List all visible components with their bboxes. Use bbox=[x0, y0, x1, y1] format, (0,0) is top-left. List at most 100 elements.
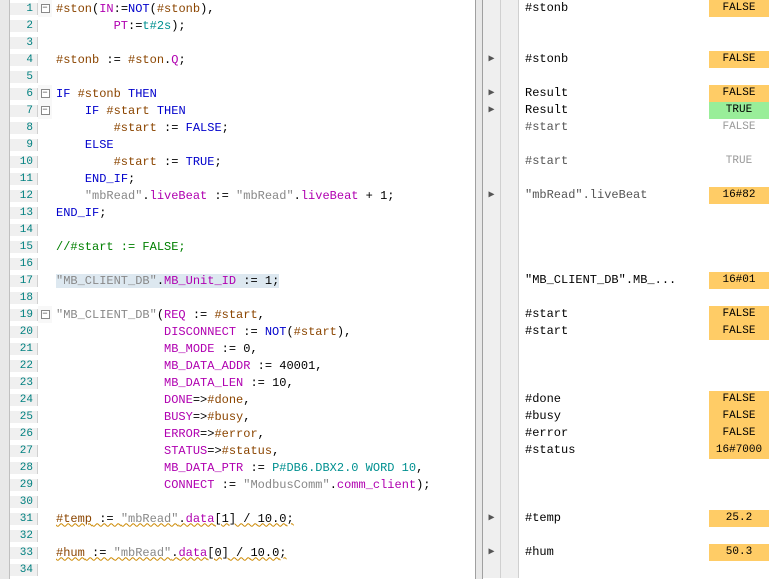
code-text[interactable]: PT:=t#2s); bbox=[52, 19, 475, 33]
watch-row[interactable] bbox=[483, 340, 775, 357]
code-text[interactable]: END_IF; bbox=[52, 206, 475, 220]
code-text[interactable]: "mbRead".liveBeat := "mbRead".liveBeat +… bbox=[52, 189, 475, 203]
watch-row[interactable]: "MB_CLIENT_DB".MB_...16#01 bbox=[483, 272, 775, 289]
code-line[interactable]: 30 bbox=[10, 493, 475, 510]
watch-row[interactable]: #busyFALSE bbox=[483, 408, 775, 425]
code-line[interactable]: 8 #start := FALSE; bbox=[10, 119, 475, 136]
watch-row[interactable]: ▶ResultTRUE bbox=[483, 102, 775, 119]
code-line[interactable]: 3 bbox=[10, 34, 475, 51]
code-line[interactable]: 31#temp := "mbRead".data[1] / 10.0; bbox=[10, 510, 475, 527]
code-line[interactable]: 25 BUSY=>#busy, bbox=[10, 408, 475, 425]
watch-row[interactable]: #doneFALSE bbox=[483, 391, 775, 408]
code-line[interactable]: 9 ELSE bbox=[10, 136, 475, 153]
watch-row[interactable] bbox=[483, 221, 775, 238]
code-line[interactable]: 29 CONNECT := "ModbusComm".comm_client); bbox=[10, 476, 475, 493]
code-line[interactable]: 4#stonb := #ston.Q; bbox=[10, 51, 475, 68]
code-line[interactable]: 24 DONE=>#done, bbox=[10, 391, 475, 408]
watch-row[interactable] bbox=[483, 459, 775, 476]
watch-row[interactable]: ▶#hum50.3 bbox=[483, 544, 775, 561]
fold-minus-icon[interactable]: − bbox=[41, 89, 50, 98]
code-text[interactable]: MB_DATA_PTR := P#DB6.DBX2.0 WORD 10, bbox=[52, 461, 475, 475]
code-line[interactable]: 32 bbox=[10, 527, 475, 544]
watch-row[interactable]: #startFALSE bbox=[483, 119, 775, 136]
expand-arrow-icon[interactable]: ▶ bbox=[483, 51, 501, 68]
code-text[interactable]: ERROR=>#error, bbox=[52, 427, 475, 441]
code-line[interactable]: 6−IF #stonb THEN bbox=[10, 85, 475, 102]
code-text[interactable]: #start := FALSE; bbox=[52, 121, 475, 135]
code-line[interactable]: 12 "mbRead".liveBeat := "mbRead".liveBea… bbox=[10, 187, 475, 204]
watch-row[interactable] bbox=[483, 68, 775, 85]
fold-minus-icon[interactable]: − bbox=[41, 4, 50, 13]
code-text[interactable]: MB_DATA_ADDR := 40001, bbox=[52, 359, 475, 373]
code-text[interactable]: MB_DATA_LEN := 10, bbox=[52, 376, 475, 390]
fold-gutter[interactable]: − bbox=[38, 102, 52, 119]
code-line[interactable]: 22 MB_DATA_ADDR := 40001, bbox=[10, 357, 475, 374]
code-text[interactable]: #temp := "mbRead".data[1] / 10.0; bbox=[52, 512, 475, 526]
watch-row[interactable] bbox=[483, 170, 775, 187]
watch-row[interactable]: ▶#stonbFALSE bbox=[483, 51, 775, 68]
code-text[interactable]: IF #start THEN bbox=[52, 104, 475, 118]
code-line[interactable]: 1−#ston(IN:=NOT(#stonb), bbox=[10, 0, 475, 17]
watch-row[interactable] bbox=[483, 238, 775, 255]
watch-row[interactable] bbox=[483, 34, 775, 51]
pane-divider[interactable] bbox=[475, 0, 483, 579]
watch-row[interactable] bbox=[483, 476, 775, 493]
watch-row[interactable]: #status16#7000 bbox=[483, 442, 775, 459]
code-text[interactable]: DONE=>#done, bbox=[52, 393, 475, 407]
expand-arrow-icon[interactable]: ▶ bbox=[483, 544, 501, 561]
watch-row[interactable] bbox=[483, 17, 775, 34]
code-line[interactable]: 23 MB_DATA_LEN := 10, bbox=[10, 374, 475, 391]
watch-row[interactable] bbox=[483, 357, 775, 374]
code-line[interactable]: 17"MB_CLIENT_DB".MB_Unit_ID := 1; bbox=[10, 272, 475, 289]
watch-row[interactable] bbox=[483, 204, 775, 221]
code-line[interactable]: 7− IF #start THEN bbox=[10, 102, 475, 119]
fold-gutter[interactable]: − bbox=[38, 0, 52, 17]
expand-arrow-icon[interactable]: ▶ bbox=[483, 102, 501, 119]
code-text[interactable]: ELSE bbox=[52, 138, 475, 152]
code-text[interactable]: #stonb := #ston.Q; bbox=[52, 53, 475, 67]
code-text[interactable]: "MB_CLIENT_DB"(REQ := #start, bbox=[52, 308, 475, 322]
code-line[interactable]: 11 END_IF; bbox=[10, 170, 475, 187]
code-line[interactable]: 13END_IF; bbox=[10, 204, 475, 221]
watch-row[interactable]: #startTRUE bbox=[483, 153, 775, 170]
code-line[interactable]: 2 PT:=t#2s); bbox=[10, 17, 475, 34]
watch-row[interactable] bbox=[483, 136, 775, 153]
code-text[interactable]: END_IF; bbox=[52, 172, 475, 186]
code-line[interactable]: 15//#start := FALSE; bbox=[10, 238, 475, 255]
fold-minus-icon[interactable]: − bbox=[41, 310, 50, 319]
code-text[interactable]: CONNECT := "ModbusComm".comm_client); bbox=[52, 478, 475, 492]
code-text[interactable]: //#start := FALSE; bbox=[52, 240, 475, 254]
code-text[interactable]: #ston(IN:=NOT(#stonb), bbox=[52, 2, 475, 16]
watch-row[interactable] bbox=[483, 493, 775, 510]
code-line[interactable]: 19−"MB_CLIENT_DB"(REQ := #start, bbox=[10, 306, 475, 323]
code-text[interactable]: MB_MODE := 0, bbox=[52, 342, 475, 356]
code-line[interactable]: 16 bbox=[10, 255, 475, 272]
watch-row[interactable] bbox=[483, 255, 775, 272]
watch-row[interactable]: ▶"mbRead".liveBeat16#82 bbox=[483, 187, 775, 204]
code-line[interactable]: 5 bbox=[10, 68, 475, 85]
code-line[interactable]: 34 bbox=[10, 561, 475, 578]
expand-arrow-icon[interactable]: ▶ bbox=[483, 187, 501, 204]
watch-row[interactable]: #errorFALSE bbox=[483, 425, 775, 442]
code-line[interactable]: 27 STATUS=>#status, bbox=[10, 442, 475, 459]
code-line[interactable]: 21 MB_MODE := 0, bbox=[10, 340, 475, 357]
code-text[interactable]: BUSY=>#busy, bbox=[52, 410, 475, 424]
code-line[interactable]: 18 bbox=[10, 289, 475, 306]
watch-row[interactable] bbox=[483, 561, 775, 578]
expand-arrow-icon[interactable]: ▶ bbox=[483, 510, 501, 527]
code-line[interactable]: 33#hum := "mbRead".data[0] / 10.0; bbox=[10, 544, 475, 561]
watch-row[interactable]: ▶#temp25.2 bbox=[483, 510, 775, 527]
code-editor[interactable]: 1−#ston(IN:=NOT(#stonb),2 PT:=t#2s);34#s… bbox=[10, 0, 475, 579]
code-text[interactable]: #start := TRUE; bbox=[52, 155, 475, 169]
watch-row[interactable]: #stonbFALSE bbox=[483, 0, 775, 17]
watch-row[interactable]: #startFALSE bbox=[483, 306, 775, 323]
watch-row[interactable] bbox=[483, 289, 775, 306]
fold-gutter[interactable]: − bbox=[38, 85, 52, 102]
code-line[interactable]: 10 #start := TRUE; bbox=[10, 153, 475, 170]
code-line[interactable]: 28 MB_DATA_PTR := P#DB6.DBX2.0 WORD 10, bbox=[10, 459, 475, 476]
code-text[interactable]: DISCONNECT := NOT(#start), bbox=[52, 325, 475, 339]
code-text[interactable]: "MB_CLIENT_DB".MB_Unit_ID := 1; bbox=[52, 274, 475, 288]
watch-row[interactable] bbox=[483, 374, 775, 391]
watch-row[interactable]: #startFALSE bbox=[483, 323, 775, 340]
code-text[interactable]: #hum := "mbRead".data[0] / 10.0; bbox=[52, 546, 475, 560]
